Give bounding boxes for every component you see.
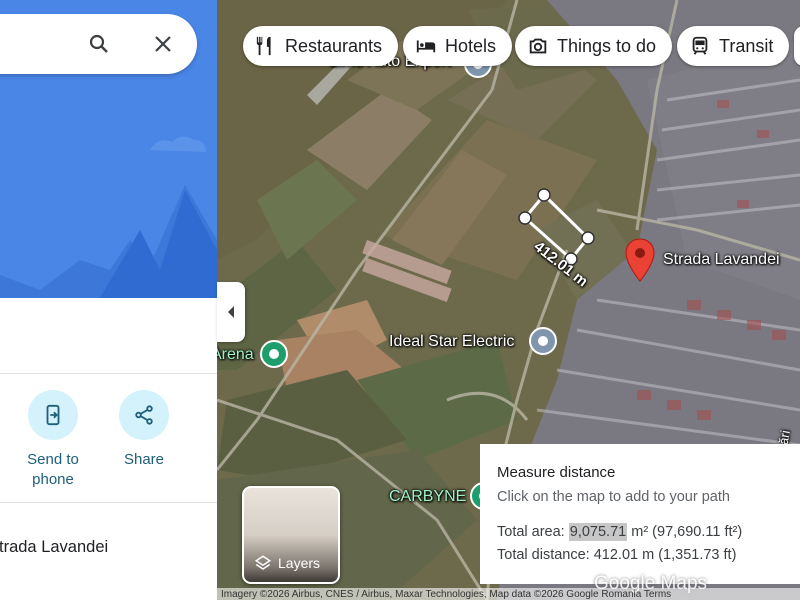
place-label-strada-lavandei[interactable]: Strada Lavandei	[663, 251, 780, 269]
total-distance-row: Total distance: 412.01 m (1,351.73 ft)	[497, 544, 784, 567]
send-to-phone-button[interactable]: Send to phone	[21, 390, 85, 490]
total-area-value[interactable]: 9,075.71	[568, 523, 628, 541]
chip-label: Things to do	[557, 35, 657, 56]
camera-icon	[529, 38, 547, 54]
chip-transit[interactable]: Transit	[677, 26, 790, 66]
chip-label: Hotels	[445, 35, 497, 56]
send-to-phone-label: Send to phone	[27, 451, 79, 488]
send-to-phone-icon	[46, 404, 60, 426]
share-label: Share	[123, 451, 165, 468]
measure-title: Measure distance	[497, 464, 616, 481]
total-distance-label: Total distance:	[497, 547, 590, 563]
arena-pin-icon[interactable]	[260, 340, 288, 368]
share-icon	[135, 405, 153, 425]
chip-label: Transit	[719, 35, 774, 56]
chip-hotels[interactable]: Hotels	[403, 26, 513, 66]
total-area-units: m² (97,690.11 ft²)	[631, 524, 743, 540]
chip-more[interactable]	[794, 26, 800, 66]
total-area-label: Total area:	[497, 524, 565, 540]
measure-hint: Click on the map to add to your path	[497, 489, 730, 505]
business-pin-icon[interactable]	[529, 327, 557, 355]
address-text[interactable]: Strada Lavandei	[0, 538, 108, 557]
chevron-left-icon	[228, 306, 234, 318]
train-icon	[692, 36, 708, 55]
layers-button[interactable]: Layers	[242, 486, 340, 584]
search-icon[interactable]	[87, 32, 111, 56]
map-attribution[interactable]: Imagery ©2026 Airbus, CNES / Airbus, Max…	[217, 588, 800, 600]
side-panel: Send to phone Share Strada Lavandei	[0, 0, 217, 600]
layers-icon	[254, 555, 272, 570]
section-divider	[0, 373, 217, 374]
restaurant-icon	[256, 36, 271, 56]
chip-things-to-do[interactable]: Things to do	[515, 26, 673, 66]
section-divider	[0, 502, 217, 503]
share-button[interactable]: Share	[112, 390, 176, 470]
measure-distance-card: Measure distance Click on the map to add…	[480, 444, 800, 584]
layers-label: Layers	[278, 555, 321, 571]
hotel-icon	[416, 40, 436, 53]
collapse-panel-button[interactable]	[217, 282, 245, 342]
place-label-carbyne[interactable]: CARBYNE	[389, 488, 466, 506]
close-icon[interactable]	[151, 32, 175, 56]
chip-restaurants[interactable]: Restaurants	[243, 26, 399, 66]
search-bar[interactable]	[0, 14, 197, 74]
chip-label: Restaurants	[285, 35, 383, 56]
red-location-pin-icon[interactable]	[625, 238, 655, 282]
business-label-ideal-star[interactable]: Ideal Star Electric	[389, 333, 514, 351]
place-label-arena[interactable]: Arena	[217, 346, 254, 364]
total-distance-value: 412.01 m (1,351.73 ft)	[593, 547, 737, 563]
total-area-row: Total area: 9,075.71 m² (97,690.11 ft²)	[497, 521, 784, 544]
